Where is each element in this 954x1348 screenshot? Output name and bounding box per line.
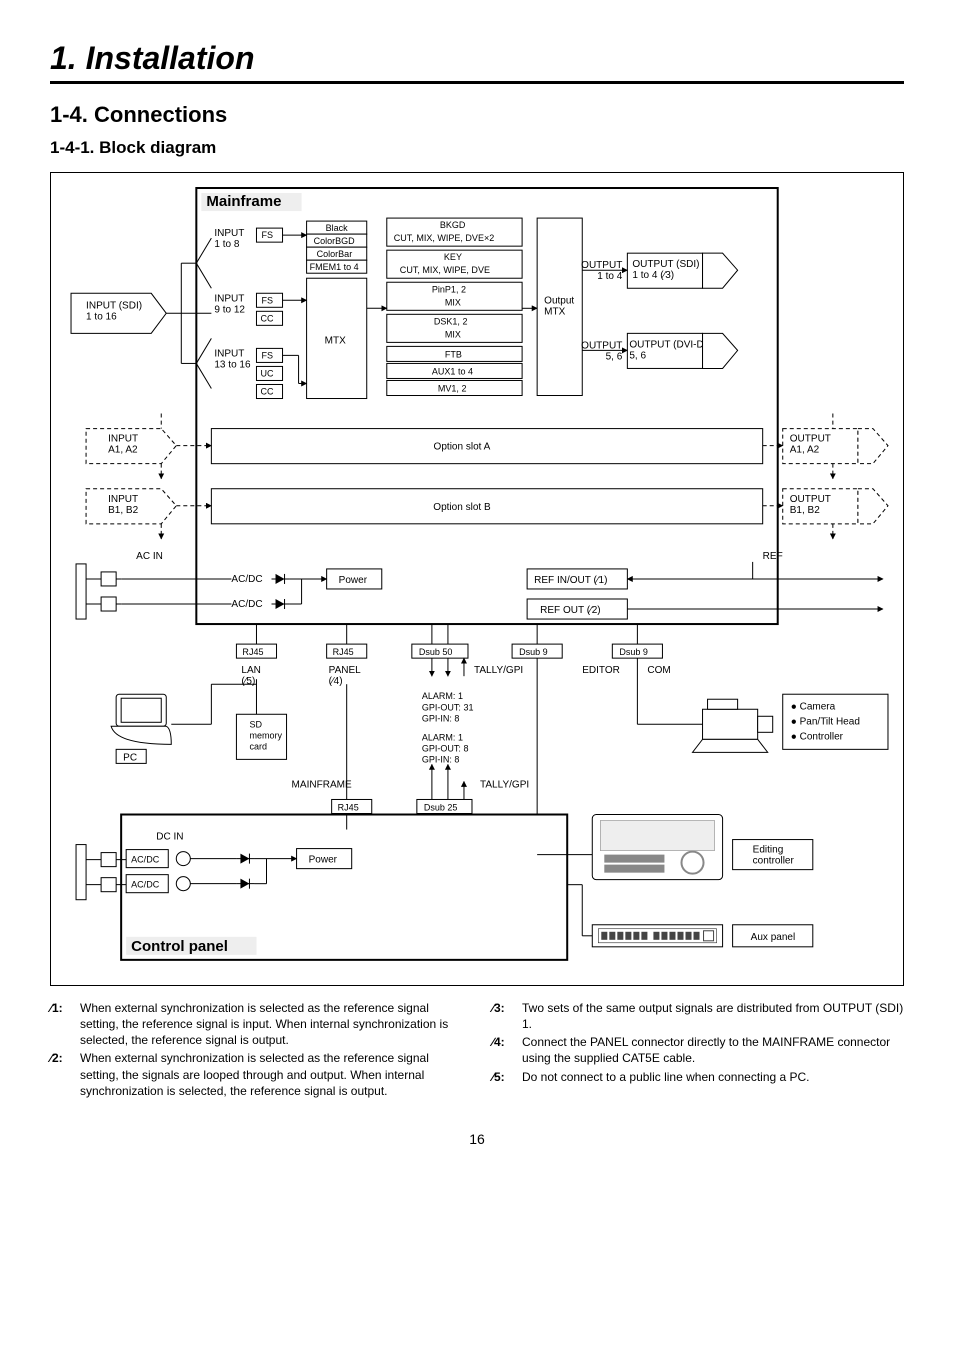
footnotes: ∕1:When external synchronization is sele… [50, 1000, 904, 1101]
editor-label: EDITOR [582, 665, 620, 676]
svg-text:Power: Power [309, 855, 338, 866]
processing-stack: BKGD CUT, MIX, WIPE, DVE×2 KEY CUT, MIX,… [387, 218, 522, 395]
svg-text:PinP1, 2: PinP1, 2 [432, 284, 466, 294]
page-number: 16 [50, 1131, 904, 1147]
svg-text:KEY: KEY [444, 252, 462, 262]
svg-text:TALLY/GPI: TALLY/GPI [480, 779, 529, 790]
connector-row: RJ45 LAN(∕5) RJ45 PANEL(∕4) Dsub 50 TALL… [236, 624, 670, 687]
dc-in-label: DC IN [156, 832, 183, 843]
footnote-4: ∕4:Connect the PANEL connector directly … [492, 1034, 904, 1066]
svg-text:Dsub 9: Dsub 9 [519, 647, 548, 657]
ac-in-label: AC IN [136, 551, 163, 562]
svg-text:AC/DC: AC/DC [231, 599, 262, 610]
footnote-5: ∕5:Do not connect to a public line when … [492, 1069, 904, 1085]
footnote-1: ∕1:When external synchronization is sele… [50, 1000, 462, 1049]
svg-text:AC/DC: AC/DC [131, 855, 160, 865]
svg-text:BKGD: BKGD [440, 220, 466, 230]
alarm-block-2: ALARM: 1GPI-OUT: 8GPI-IN: 8 [422, 732, 469, 764]
svg-text:FS: FS [261, 295, 273, 305]
svg-text:FTB: FTB [445, 349, 462, 359]
svg-text:MIX: MIX [445, 297, 461, 307]
opt-input-a: INPUTA1, A2 [108, 434, 138, 456]
svg-text:CUT, MIX, WIPE, DVE×2: CUT, MIX, WIPE, DVE×2 [394, 233, 494, 243]
ext-controller: ● Controller [791, 731, 844, 742]
svg-text:AC/DC: AC/DC [131, 880, 160, 890]
camera-icon [693, 699, 773, 752]
tally-gpi-label: TALLY/GPI [474, 665, 523, 676]
ext-pantilt: ● Pan/Tilt Head [791, 716, 860, 727]
svg-text:CC: CC [260, 313, 274, 323]
aux-panel-label: Aux panel [751, 932, 796, 943]
svg-text:ColorBGD: ColorBGD [314, 236, 356, 246]
com-label: COM [647, 665, 670, 676]
svg-text:AC/DC: AC/DC [231, 574, 262, 585]
footnote-3: ∕3:Two sets of the same output signals a… [492, 1000, 904, 1032]
svg-text:RJ45: RJ45 [338, 802, 359, 812]
svg-text:FMEM1 to 4: FMEM1 to 4 [310, 262, 359, 272]
chapter-title: 1. Installation [50, 40, 904, 84]
panel-label: PANEL(∕4) [329, 665, 362, 687]
svg-text:ColorBar: ColorBar [317, 249, 353, 259]
svg-text:RJ45: RJ45 [242, 647, 263, 657]
laptop-icon [111, 694, 171, 744]
svg-text:DSK1, 2: DSK1, 2 [434, 316, 468, 326]
svg-text:MIX: MIX [445, 329, 461, 339]
svg-text:CUT, MIX, WIPE, DVE: CUT, MIX, WIPE, DVE [400, 265, 490, 275]
mainframe-title: Mainframe [206, 193, 281, 210]
footnote-2: ∕2:When external synchronization is sele… [50, 1050, 462, 1099]
svg-text:Black: Black [326, 223, 349, 233]
svg-text:FS: FS [261, 230, 273, 240]
option-slot-b: Option slot B [433, 502, 491, 513]
svg-text:UC: UC [260, 368, 274, 378]
option-slot-a: Option slot A [434, 442, 491, 453]
mtx-label: MTX [325, 335, 346, 346]
ref-in-out: REF IN/OUT (∕1) [534, 575, 607, 586]
ext-camera: ● Camera [791, 701, 836, 712]
section-title: 1-4. Connections [50, 102, 904, 128]
control-panel-title: Control panel [131, 938, 228, 955]
svg-text:Dsub 50: Dsub 50 [419, 647, 453, 657]
block-diagram-svg: text { font-family: Arial, sans-serif; f… [61, 183, 893, 975]
input-group2-label: INPUT9 to 12 [214, 293, 245, 315]
ref-label: REF [763, 551, 783, 562]
svg-text:FS: FS [261, 350, 273, 360]
svg-text:Power: Power [339, 575, 368, 586]
svg-text:AUX1 to 4: AUX1 to 4 [432, 366, 473, 376]
subsection-title: 1-4-1. Block diagram [50, 138, 904, 158]
pc-label: PC [123, 752, 137, 763]
svg-text:RJ45: RJ45 [333, 647, 354, 657]
alarm-block-1: ALARM: 1GPI-OUT: 31GPI-IN: 8 [422, 691, 474, 723]
mainframe-conn-label: MAINFRAME [292, 779, 352, 790]
svg-text:Dsub 9: Dsub 9 [619, 647, 648, 657]
editing-controller-icon [592, 815, 722, 880]
block-diagram-container: text { font-family: Arial, sans-serif; f… [50, 172, 904, 986]
svg-text:MV1, 2: MV1, 2 [438, 383, 467, 393]
opt-input-b: INPUTB1, B2 [108, 494, 138, 516]
svg-text:Dsub 25: Dsub 25 [424, 802, 458, 812]
svg-text:CC: CC [260, 387, 274, 397]
ref-out: REF OUT (∕2) [540, 605, 600, 616]
